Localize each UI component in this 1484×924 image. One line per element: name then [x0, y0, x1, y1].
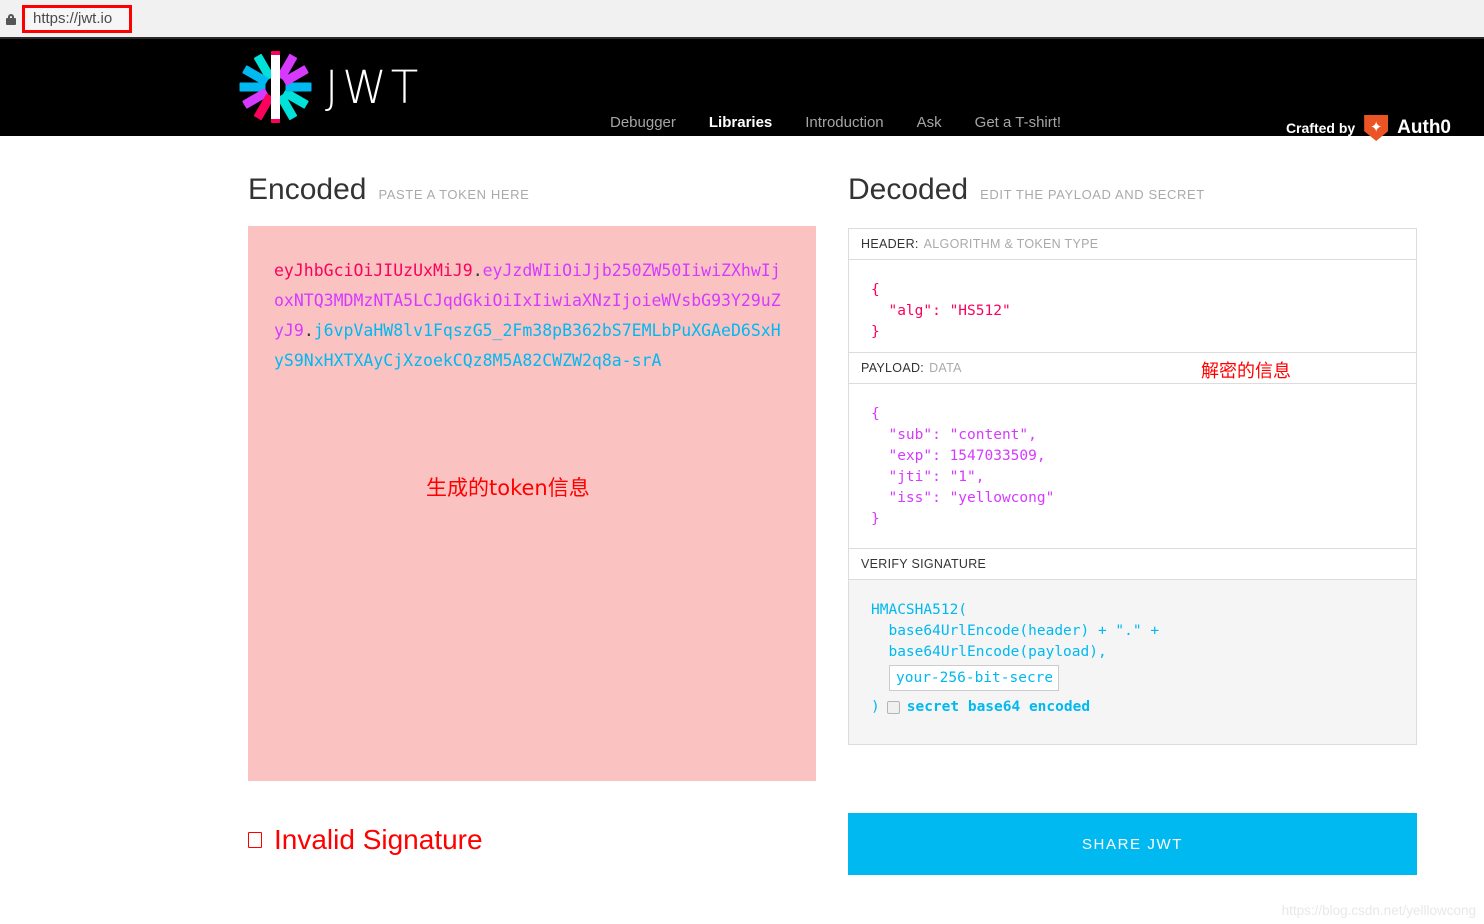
auth0-brand-label: Auth0: [1397, 117, 1451, 138]
encoded-title: Encoded: [248, 173, 367, 206]
base64-encoded-checkbox[interactable]: [886, 701, 900, 714]
token-separator-2: .: [303, 321, 314, 340]
token-header-segment: eyJhbGciOiJIUzUxMiJ9: [274, 261, 473, 280]
token-signature-segment: j6vpVaHW8lv1FqszG5_2Fm38pB362bS7EMLbPuXG…: [274, 321, 781, 370]
signature-line-2: base64UrlEncode(header) + "." +: [871, 623, 1160, 639]
jwt-logo-text: JWT: [325, 60, 423, 114]
signature-label-strong: VERIFY SIGNATURE: [861, 557, 987, 571]
header-label-muted: ALGORITHM & TOKEN TYPE: [923, 237, 1099, 251]
nav-item-introduction[interactable]: Introduction: [805, 114, 883, 131]
nav-item-ask[interactable]: Ask: [917, 114, 942, 131]
crafted-by-auth0[interactable]: Crafted by ✦ Auth0: [1286, 115, 1451, 141]
closing-paren: ): [871, 699, 880, 715]
nav-item-debugger[interactable]: Debugger: [610, 114, 676, 131]
share-jwt-button[interactable]: SHARE JWT: [848, 813, 1417, 875]
nav-item-get-a-t-shirt[interactable]: Get a T-shirt!: [975, 114, 1061, 131]
signature-status: Invalid Signature: [248, 824, 483, 856]
nav-item-libraries[interactable]: Libraries: [709, 114, 772, 131]
url-input[interactable]: https://jwt.io: [22, 4, 132, 33]
payload-label-muted: DATA: [929, 361, 962, 375]
browser-url-bar: https://jwt.io: [0, 0, 1484, 39]
token-separator-1: .: [472, 261, 483, 280]
signature-footer-row: ) secret base64 encoded: [871, 697, 1394, 718]
decoded-panel: HEADER: ALGORITHM & TOKEN TYPE { "alg": …: [848, 228, 1417, 745]
decoded-section-title: Decoded EDIT THE PAYLOAD AND SECRET: [848, 173, 1205, 207]
header-json-editor[interactable]: { "alg": "HS512" }: [849, 260, 1416, 352]
invalid-signature-icon: [248, 832, 262, 848]
payload-label-strong: PAYLOAD:: [861, 361, 925, 375]
signature-editor: HMACSHA512( base64UrlEncode(header) + ".…: [849, 580, 1416, 744]
secret-input[interactable]: [889, 665, 1059, 691]
encoded-token-textarea[interactable]: eyJhbGciOiJIUzUxMiJ9.eyJzdWIiOiJjb250ZW5…: [248, 226, 816, 781]
main-nav: Debugger Libraries Introduction Ask Get a T-…: [610, 114, 1061, 131]
jwt-token-text: eyJhbGciOiJIUzUxMiJ9.eyJzdWIiOiJjb250ZW5…: [274, 256, 790, 376]
lock-icon: [4, 11, 18, 27]
payload-panel-label: PAYLOAD: DATA 解密的信息: [849, 352, 1416, 384]
watermark: https://blog.csdn.net/yelllowcong: [1281, 903, 1476, 918]
invalid-signature-label: Invalid Signature: [274, 824, 483, 855]
signature-panel-label: VERIFY SIGNATURE: [849, 548, 1416, 580]
auth0-shield-icon: ✦: [1364, 115, 1389, 141]
signature-line-3: base64UrlEncode(payload),: [871, 644, 1107, 660]
decoded-title: Decoded: [848, 173, 969, 206]
payload-annotation: 解密的信息: [1201, 361, 1291, 382]
url-text: https://jwt.io: [33, 10, 113, 27]
header-panel-label: HEADER: ALGORITHM & TOKEN TYPE: [849, 229, 1416, 260]
encoded-subtitle: PASTE A TOKEN HERE: [378, 187, 530, 202]
site-header: JWT Debugger Libraries Introduction Ask Get …: [0, 39, 1484, 141]
signature-line-1: HMACSHA512(: [871, 602, 968, 618]
encoded-section-title: Encoded PASTE A TOKEN HERE: [248, 173, 529, 207]
jwt-logo[interactable]: JWT: [239, 51, 423, 123]
decoded-subtitle: EDIT THE PAYLOAD AND SECRET: [980, 187, 1205, 202]
base64-encoded-label: secret base64 encoded: [906, 699, 1091, 715]
encoded-annotation: 生成的token信息: [426, 476, 590, 500]
header-label-strong: HEADER:: [861, 237, 919, 251]
crafted-by-label: Crafted by: [1285, 120, 1356, 136]
jwt-starburst-icon: [239, 51, 311, 123]
payload-json-editor[interactable]: { "sub": "content", "exp": 1547033509, "…: [849, 384, 1416, 548]
